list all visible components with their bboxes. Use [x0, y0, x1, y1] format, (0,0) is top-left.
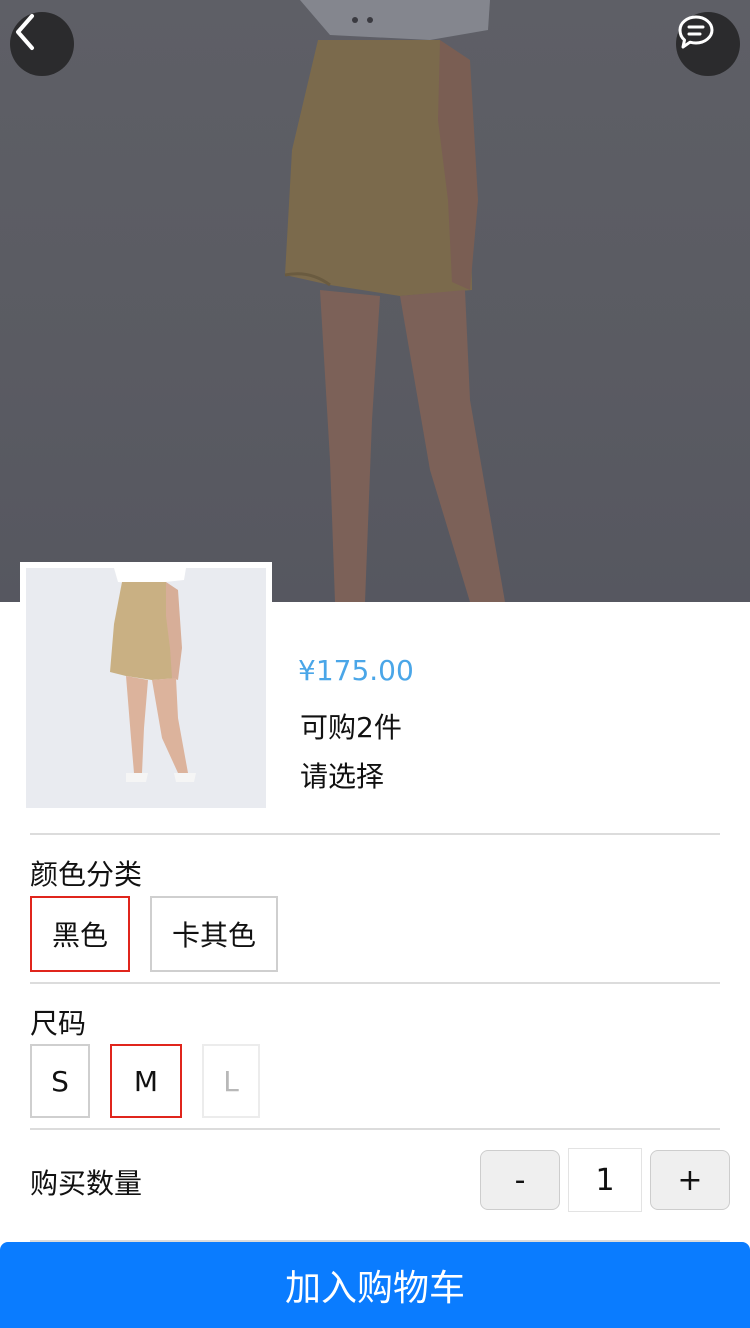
size-option-s[interactable]: S	[30, 1044, 90, 1118]
chat-bubble-icon	[678, 15, 714, 49]
stock-available: 可购2件	[300, 711, 402, 744]
size-option-m[interactable]: M	[110, 1044, 182, 1118]
add-to-cart-button[interactable]: 加入购物车	[0, 1242, 750, 1328]
color-option-khaki[interactable]: 卡其色	[150, 896, 278, 972]
divider	[30, 833, 720, 835]
model-illustration	[284, 0, 505, 602]
divider	[30, 1128, 720, 1130]
size-option-l[interactable]: L	[202, 1044, 260, 1118]
selection-prompt: 请选择	[300, 760, 385, 793]
product-price: ¥175.00	[298, 654, 414, 687]
product-hero-image	[0, 0, 750, 602]
quantity-decrease-button[interactable]: -	[480, 1150, 560, 1210]
divider	[30, 982, 720, 984]
back-button[interactable]	[10, 12, 74, 76]
color-option-black[interactable]: 黑色	[30, 896, 130, 972]
chat-button[interactable]	[676, 12, 740, 76]
chevron-left-icon	[16, 14, 34, 50]
product-thumbnail-image	[26, 568, 266, 808]
size-section-label: 尺码	[30, 1007, 87, 1040]
color-section-label: 颜色分类	[30, 858, 143, 891]
skirt-thumbnail-illustration	[26, 568, 266, 808]
quantity-label: 购买数量	[30, 1167, 143, 1200]
quantity-increase-button[interactable]: +	[650, 1150, 730, 1210]
quantity-input[interactable]: 1	[568, 1148, 642, 1212]
product-thumbnail	[20, 562, 272, 814]
